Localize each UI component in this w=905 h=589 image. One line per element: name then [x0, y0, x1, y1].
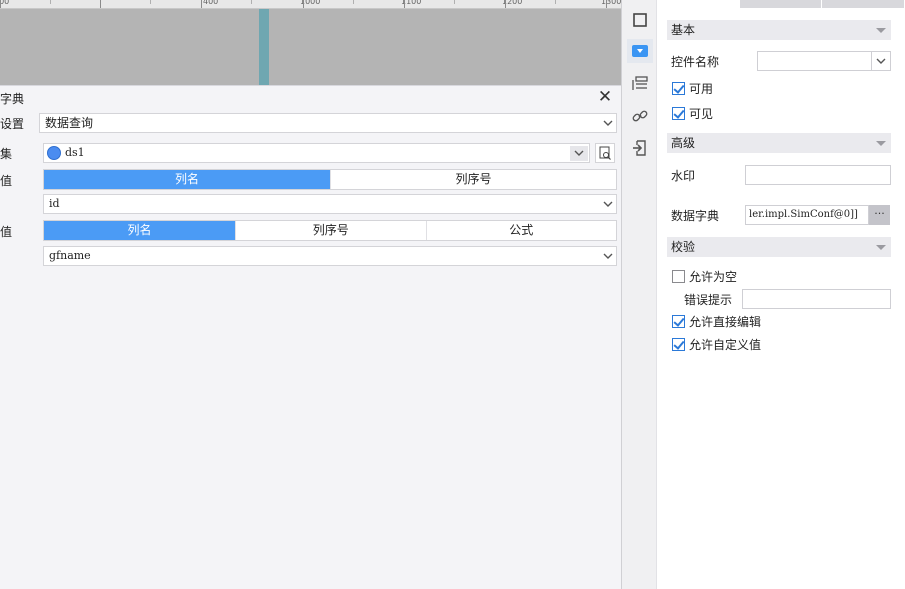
dataset-value: ds1 — [65, 146, 85, 159]
allow-edit-checkbox[interactable] — [672, 315, 685, 328]
section-advanced[interactable]: 高级 — [667, 133, 891, 153]
dialog-title: 字典 — [0, 92, 25, 106]
tab-column-index[interactable]: 列序号 — [235, 221, 426, 240]
tab-mobile[interactable] — [822, 0, 905, 8]
display-value-label: 值 — [0, 225, 13, 239]
chevron-down-icon — [602, 198, 614, 210]
allow-empty-label: 允许为空 — [689, 270, 738, 284]
preview-dataset-button[interactable] — [595, 143, 615, 163]
data-dictionary-value: ler.impl.SimConf@0]] — [749, 209, 858, 220]
error-hint-label: 错误提示 — [684, 293, 733, 307]
display-value-select[interactable]: gfname — [43, 246, 617, 266]
enabled-label: 可用 — [689, 82, 714, 96]
dropdown-widget-icon — [632, 45, 648, 57]
watermark-label: 水印 — [671, 169, 696, 183]
widget-properties-button[interactable] — [627, 39, 653, 63]
enabled-checkbox[interactable] — [672, 82, 685, 95]
preview-icon — [599, 146, 611, 160]
chevron-down-icon — [570, 146, 588, 161]
actual-value-tabs: 列名 列序号 — [43, 169, 617, 190]
ruler-number: 300 — [0, 0, 10, 6]
section-basic[interactable]: 基本 — [667, 20, 891, 40]
data-dictionary-label: 数据字典 — [671, 209, 720, 223]
database-icon — [47, 146, 61, 160]
section-advanced-label: 高级 — [671, 136, 696, 150]
widget-name-label: 控件名称 — [671, 55, 720, 69]
list-settings-icon — [632, 76, 648, 90]
frame-icon — [633, 13, 647, 27]
ruler-number: 1300 — [601, 0, 621, 6]
dataset-label: 集 — [0, 147, 13, 161]
visible-label: 可见 — [689, 107, 714, 121]
dataset-select[interactable]: ds1 — [43, 143, 590, 163]
data-dictionary-dialog: 字典 ✕ 设置 数据查询 集 ds1 值 列名 列序号 id 值 列名 列序号 … — [0, 85, 621, 589]
chevron-down-icon — [602, 117, 614, 129]
frame-button[interactable] — [627, 8, 653, 32]
property-panel: 基本 控件名称 可用 可见 高级 水印 数据字典 ler.impl.SimCon… — [657, 0, 905, 589]
tab-formula[interactable]: 公式 — [425, 221, 617, 240]
allow-edit-label: 允许直接编辑 — [689, 315, 762, 329]
data-dictionary-input[interactable]: ler.impl.SimConf@0]] — [745, 205, 869, 225]
watermark-input[interactable] — [745, 165, 891, 185]
collapse-icon — [876, 245, 886, 250]
chevron-down-icon — [876, 58, 886, 64]
edit-dictionary-button[interactable]: ··· — [869, 205, 890, 225]
allow-empty-checkbox[interactable] — [672, 270, 685, 283]
error-hint-input[interactable] — [742, 289, 891, 309]
display-value-text: gfname — [49, 249, 91, 262]
tab-column-name[interactable]: 列名 — [44, 221, 235, 240]
allow-custom-label: 允许自定义值 — [689, 338, 762, 352]
actual-value-select[interactable]: id — [43, 194, 617, 214]
section-basic-label: 基本 — [671, 23, 696, 37]
close-button[interactable]: ✕ — [597, 89, 613, 106]
link-icon — [632, 110, 648, 122]
visible-checkbox[interactable] — [672, 107, 685, 120]
setting-label: 设置 — [0, 117, 25, 131]
section-validate-label: 校验 — [671, 240, 696, 254]
event-button[interactable] — [627, 136, 653, 160]
allow-custom-checkbox[interactable] — [672, 338, 685, 351]
widget-name-dropdown[interactable] — [871, 52, 891, 71]
collapse-icon — [876, 28, 886, 33]
horizontal-ruler: 300 400 1000 1100 1200 1300 — [0, 0, 621, 9]
designer-window: 300 400 1000 1100 1200 1300 字典 ✕ 设置 — [0, 0, 905, 589]
section-validate[interactable]: 校验 — [667, 237, 891, 257]
tab-column-name[interactable]: 列名 — [44, 170, 330, 189]
hyperlink-button[interactable] — [627, 104, 653, 128]
display-value-tabs: 列名 列序号 公式 — [43, 220, 617, 241]
setting-value: 数据查询 — [45, 116, 94, 130]
ruler-number: 400 — [203, 0, 219, 6]
selected-column-highlight[interactable] — [259, 9, 269, 85]
import-icon — [633, 140, 646, 156]
tab-events[interactable] — [739, 0, 822, 8]
panel-tabs — [657, 0, 905, 8]
tab-column-index[interactable]: 列序号 — [330, 170, 616, 189]
actual-value-text: id — [49, 197, 60, 210]
property-category-toolbar — [621, 0, 657, 589]
list-settings-button[interactable] — [627, 72, 653, 96]
collapse-icon — [876, 141, 886, 146]
actual-value-label: 值 — [0, 174, 13, 188]
chevron-down-icon — [602, 250, 614, 262]
setting-select[interactable]: 数据查询 — [39, 113, 617, 133]
tab-properties[interactable] — [657, 0, 739, 8]
